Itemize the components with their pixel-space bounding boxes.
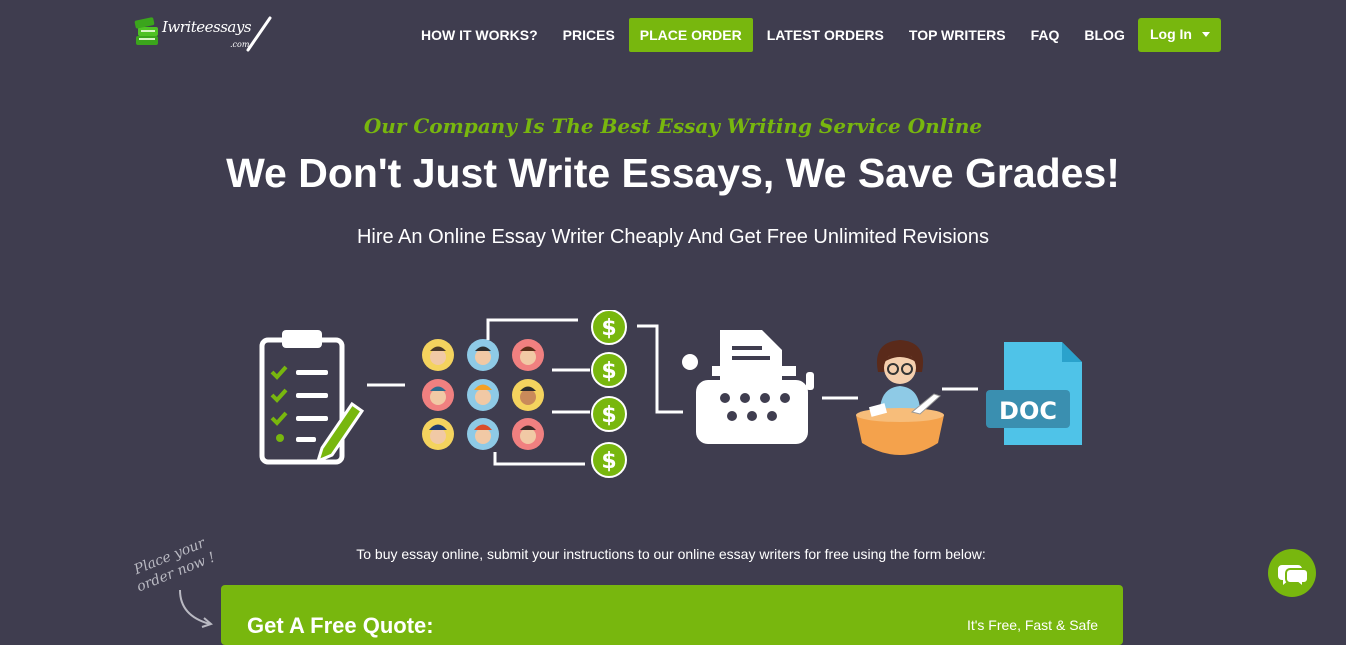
nav-prices[interactable]: PRICES [552, 18, 626, 52]
nav-latest-orders[interactable]: LATEST ORDERS [756, 18, 895, 52]
login-label: Log In [1150, 26, 1192, 42]
curved-arrow-icon [179, 589, 213, 628]
svg-text:$: $ [601, 449, 616, 474]
writer-at-desk-icon [856, 340, 944, 455]
dollar-coin-icon: $ [591, 310, 627, 345]
site-logo[interactable]: Iwriteessays .com [134, 14, 274, 58]
doc-file-icon: DOC [986, 342, 1082, 445]
dollar-coin-icon: $ [591, 442, 627, 478]
chat-widget-button[interactable] [1268, 549, 1316, 597]
process-illustration: $ $ $ $ DOC [259, 310, 1082, 478]
nav-top-writers[interactable]: TOP WRITERS [898, 18, 1017, 52]
nav-faq[interactable]: FAQ [1020, 18, 1071, 52]
pen-stroke-icon [246, 16, 272, 52]
books-icon [134, 17, 158, 45]
chat-bubbles-icon [1278, 565, 1309, 590]
main-menu: HOW IT WORKS? PRICES PLACE ORDER LATEST … [410, 18, 1139, 52]
hero-subtitle: Hire An Online Essay Writer Cheaply And … [356, 226, 990, 248]
logo-text: Iwriteessays [162, 18, 252, 36]
free-quote-panel: Get A Free Quote: It's Free, Fast & Safe [221, 585, 1123, 645]
dollar-coin-icon: $ [591, 352, 627, 388]
top-navigation: Iwriteessays .com HOW IT WORKS? PRICES P… [0, 0, 1346, 70]
svg-text:$: $ [601, 403, 616, 428]
writer-avatars-icon [422, 339, 544, 450]
caret-down-icon [1202, 32, 1210, 37]
svg-text:$: $ [601, 359, 616, 384]
nav-place-order[interactable]: PLACE ORDER [628, 18, 753, 52]
hero-title: We Don't Just Write Essays, We Save Grad… [226, 150, 1120, 196]
clipboard-checklist-icon [259, 330, 365, 465]
nav-blog[interactable]: BLOG [1073, 18, 1135, 52]
svg-text:$: $ [601, 316, 616, 341]
login-dropdown-button[interactable]: Log In [1138, 18, 1221, 52]
hero-tagline: Our Company Is The Best Essay Writing Se… [363, 114, 983, 138]
svg-text:DOC: DOC [999, 397, 1057, 425]
nav-how-it-works[interactable]: HOW IT WORKS? [410, 18, 549, 52]
typewriter-icon [682, 330, 814, 444]
dollar-coin-icon: $ [591, 396, 627, 432]
quote-title: Get A Free Quote: [247, 613, 434, 638]
quote-note: It's Free, Fast & Safe [966, 617, 1098, 633]
